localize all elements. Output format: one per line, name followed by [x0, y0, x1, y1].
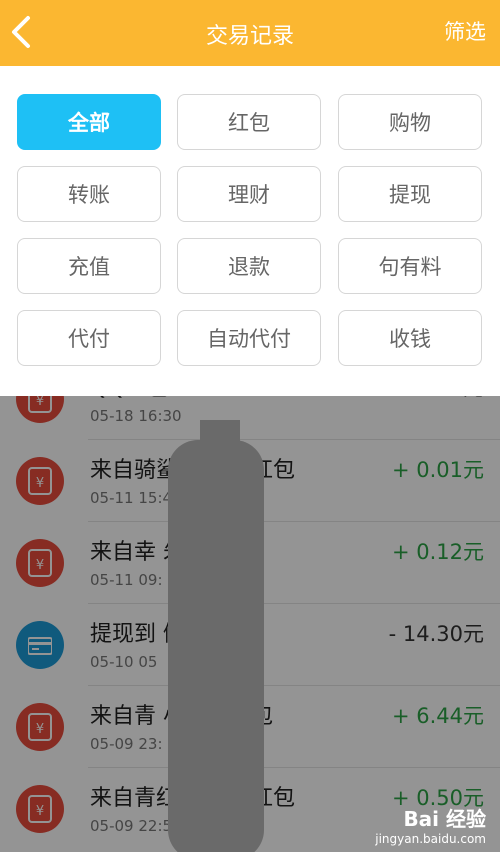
transaction-date: 05-09 23: — [90, 735, 163, 753]
filter-panel: 全部 红包 购物 转账 理财 提现 充值 退款 句有料 代付 自动代付 收钱 — [0, 66, 500, 396]
transaction-date: 05-11 15:4 — [90, 489, 173, 507]
transaction-amount: + 0.12元 — [391, 540, 484, 564]
filter-chip-finance[interactable]: 理财 — [177, 166, 321, 222]
watermark-url: jingyan.baidu.com — [375, 832, 486, 846]
red-envelope-icon: ¥ — [16, 457, 64, 505]
svg-text:¥: ¥ — [36, 804, 44, 819]
svg-text:¥: ¥ — [36, 476, 44, 491]
filter-chip-juyouliao[interactable]: 句有料 — [338, 238, 482, 294]
transaction-amount: + 6.44元 — [391, 704, 484, 728]
transaction-date: 05-10 05 — [90, 653, 158, 671]
transaction-list: ¥ QQ红包 05-18 16:30 0.20元 ¥ 来自骑鲨 游客的红包 05… — [0, 380, 500, 852]
svg-text:¥: ¥ — [36, 394, 44, 409]
filter-button[interactable]: 筛选 — [444, 16, 486, 46]
transaction-amount: - 14.30元 — [388, 622, 484, 646]
filter-chip-auto-pay-for[interactable]: 自动代付 — [177, 310, 321, 366]
transaction-date: 05-11 09: — [90, 571, 163, 589]
transaction-date: 05-18 16:30 — [90, 407, 182, 425]
filter-chip-refund[interactable]: 退款 — [177, 238, 321, 294]
red-envelope-icon: ¥ — [16, 785, 64, 833]
filter-chip-shopping[interactable]: 购物 — [338, 94, 482, 150]
bank-card-icon — [16, 621, 64, 669]
red-envelope-icon: ¥ — [16, 703, 64, 751]
red-envelope-icon: ¥ — [16, 539, 64, 587]
filter-chip-red-envelope[interactable]: 红包 — [177, 94, 321, 150]
page-title: 交易记录 — [205, 24, 294, 49]
svg-text:¥: ¥ — [36, 722, 44, 737]
top-bar: 交易记录 筛选 — [0, 0, 500, 66]
privacy-blur — [168, 440, 264, 852]
filter-chip-all[interactable]: 全部 — [17, 94, 161, 150]
watermark-brand: Bai 经验 — [403, 807, 486, 831]
svg-text:¥: ¥ — [36, 558, 44, 573]
privacy-blur — [200, 420, 240, 460]
filter-chip-transfer[interactable]: 转账 — [17, 166, 161, 222]
filter-chip-withdraw[interactable]: 提现 — [338, 166, 482, 222]
transaction-amount: + 0.01元 — [391, 458, 484, 482]
filter-chip-receive[interactable]: 收钱 — [338, 310, 482, 366]
watermark: Bai 经验 jingyan.baidu.com — [375, 803, 486, 846]
filter-chip-recharge[interactable]: 充值 — [17, 238, 161, 294]
filter-chip-pay-for[interactable]: 代付 — [17, 310, 161, 366]
